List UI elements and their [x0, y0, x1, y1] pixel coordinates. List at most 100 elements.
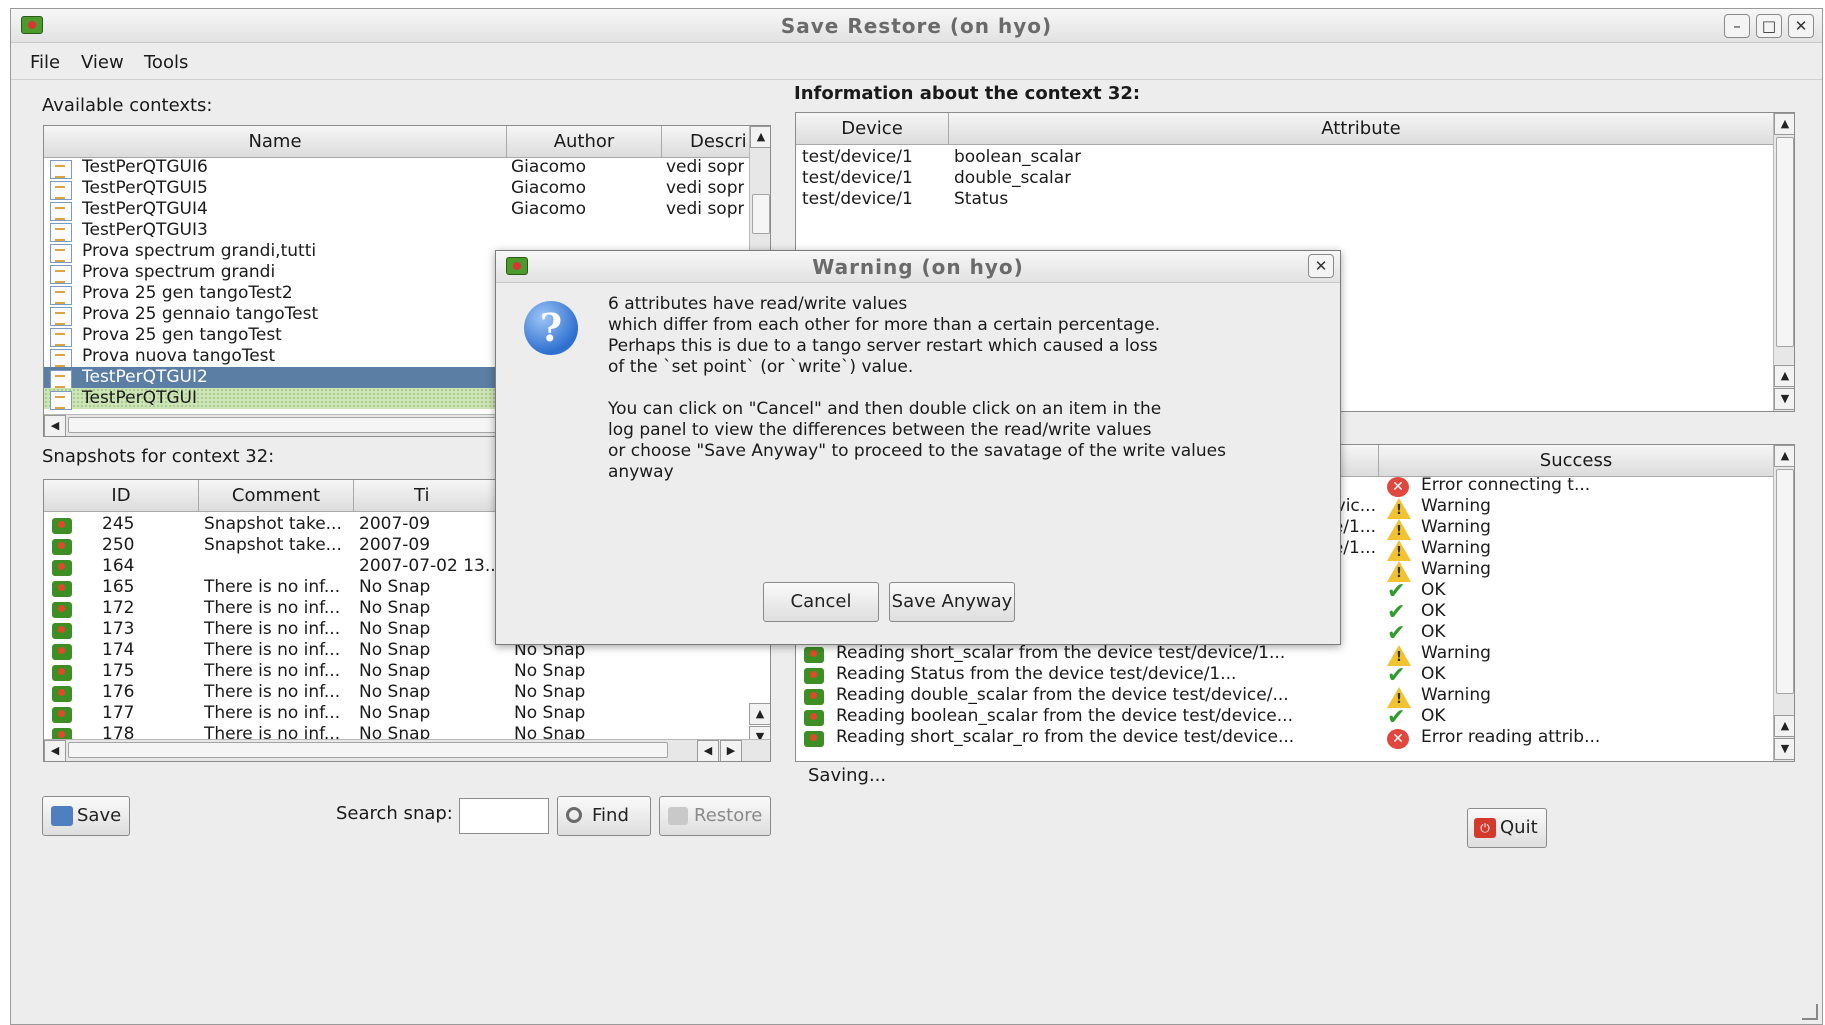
snapshot-id: 172 [102, 598, 135, 618]
scroll-right-icon[interactable]: ▶ [720, 740, 742, 761]
snapshot-comment: Snapshot take... [204, 535, 342, 555]
quit-button-label: Quit [1500, 817, 1538, 838]
resize-grip-icon[interactable] [1802, 1004, 1818, 1020]
snapshot-icon [52, 602, 72, 618]
context-row[interactable]: TestPerQTGUI6 Giacomo vedi sopr [44, 157, 770, 179]
info-header-device[interactable]: Device [796, 113, 949, 145]
log-row[interactable]: Reading boolean_scalar from the device t… [796, 706, 1794, 729]
context-icon [50, 244, 72, 263]
context-author: Giacomo [511, 157, 587, 177]
context-name: TestPerQTGUI5 [82, 178, 208, 198]
context-row[interactable]: TestPerQTGUI3 [44, 220, 770, 242]
log-vscrollbar[interactable]: ▲ ▲ ▼ [1773, 445, 1794, 761]
scroll-left-icon[interactable]: ◀ [697, 740, 719, 761]
scroll-up-icon[interactable]: ▲ [1774, 365, 1794, 387]
save-button-label: Save [77, 805, 122, 826]
dialog-line: or choose "Save Anyway" to proceed to th… [608, 441, 1226, 461]
find-button-label: Find [592, 805, 629, 826]
close-button[interactable]: ✕ [1788, 14, 1814, 38]
snapshot-row[interactable]: 175 There is no inf... No Snap No Snap [44, 661, 770, 682]
quit-button[interactable]: ⏻ Quit [1467, 808, 1547, 848]
scroll-thumb[interactable] [68, 417, 508, 433]
context-row[interactable]: TestPerQTGUI4 Giacomo vedi sopr [44, 199, 770, 221]
snapshot-comment: There is no inf... [204, 598, 341, 618]
log-result: OK [1421, 601, 1446, 621]
scroll-thumb[interactable] [1776, 137, 1794, 347]
log-row[interactable]: Reading short_scalar from the device tes… [796, 643, 1794, 666]
snapshot-time: No Snap [359, 640, 431, 660]
snapshot-time: No Snap [359, 577, 431, 597]
context-name: TestPerQTGUI3 [82, 220, 208, 240]
info-row[interactable]: test/device/1 boolean_scalar [796, 147, 1794, 168]
log-row[interactable]: Reading short_scalar_ro from the device … [796, 727, 1794, 749]
scroll-thumb[interactable] [1776, 469, 1794, 694]
context-name: Prova 25 gen tangoTest [82, 325, 282, 345]
snapshots-hscrollbar[interactable]: ◀ ◀ ▶ [44, 739, 770, 761]
snapshot-comment: Snapshot take... [204, 514, 342, 534]
cancel-button[interactable]: Cancel [763, 582, 879, 622]
dialog-title: Warning (on hyo) [812, 255, 1024, 279]
log-result: OK [1421, 706, 1446, 726]
info-vscrollbar[interactable]: ▲ ▲ ▼ [1773, 113, 1794, 411]
info-row[interactable]: test/device/1 Status [796, 189, 1794, 210]
minimize-button[interactable]: – [1724, 14, 1750, 38]
search-label: Search snap: [336, 803, 453, 824]
context-row[interactable]: TestPerQTGUI5 Giacomo vedi sopr [44, 178, 770, 200]
log-result: Error reading attrib... [1421, 727, 1601, 747]
context-name: TestPerQTGUI4 [82, 199, 208, 219]
snapshot-id: 176 [102, 682, 135, 702]
snapshot-t2: No Snap [514, 661, 586, 681]
context-description: vedi sopr [666, 199, 744, 219]
snapshots-label: Snapshots for context 32: [42, 446, 275, 467]
scroll-up-icon[interactable]: ▲ [749, 703, 770, 725]
dialog-line: of the `set point` (or `write`) value. [608, 357, 914, 377]
snapshot-t2: No Snap [514, 703, 586, 723]
scroll-up-icon[interactable]: ▲ [1774, 113, 1794, 135]
menu-view[interactable]: View [81, 52, 124, 73]
snapshots-header-id[interactable]: ID [44, 480, 199, 512]
maximize-button[interactable]: □ [1756, 14, 1782, 38]
log-row[interactable]: Reading double_scalar from the device te… [796, 685, 1794, 708]
context-author: Giacomo [511, 178, 587, 198]
save-button[interactable]: Save [42, 796, 130, 836]
dialog-close-button[interactable]: ✕ [1308, 254, 1334, 278]
scroll-up-icon[interactable]: ▲ [750, 126, 770, 148]
snapshot-row[interactable]: 177 There is no inf... No Snap No Snap [44, 703, 770, 724]
snapshot-row[interactable]: 176 There is no inf... No Snap No Snap [44, 682, 770, 703]
scroll-thumb[interactable] [68, 742, 668, 758]
info-header-attribute[interactable]: Attribute [949, 113, 1774, 145]
context-icon [50, 202, 72, 221]
scroll-left-icon[interactable]: ◀ [44, 740, 66, 761]
info-row[interactable]: test/device/1 double_scalar [796, 168, 1794, 189]
search-input[interactable] [459, 798, 549, 834]
log-header-success[interactable]: Success [1379, 445, 1774, 477]
scroll-up-icon[interactable]: ▲ [1774, 715, 1794, 737]
scroll-down-icon[interactable]: ▼ [1774, 388, 1794, 410]
info-device: test/device/1 [802, 147, 913, 167]
snapshot-icon [804, 710, 824, 726]
dialog-line: anyway [608, 462, 674, 482]
snapshot-icon [804, 647, 824, 663]
snapshot-icon [804, 689, 824, 705]
scroll-left-icon[interactable]: ◀ [44, 415, 66, 436]
scroll-up-icon[interactable]: ▲ [1774, 445, 1794, 467]
snapshot-comment: There is no inf... [204, 703, 341, 723]
info-attribute: Status [954, 189, 1009, 209]
scroll-down-icon[interactable]: ▼ [1774, 738, 1794, 760]
find-button[interactable]: Find [557, 796, 651, 836]
save-anyway-button[interactable]: Save Anyway [889, 582, 1015, 622]
menu-file[interactable]: File [30, 52, 60, 73]
restore-button[interactable]: Restore [659, 796, 771, 836]
info-device: test/device/1 [802, 168, 913, 188]
log-row[interactable]: Reading Status from the device test/devi… [796, 663, 1794, 688]
contexts-header-name[interactable]: Name [44, 126, 507, 158]
snapshot-time: No Snap [359, 598, 431, 618]
ok-icon: ✔ [1387, 621, 1406, 646]
scroll-thumb[interactable] [752, 194, 770, 234]
contexts-header-author[interactable]: Author [507, 126, 662, 158]
contexts-header-description[interactable]: Descri [662, 126, 750, 158]
snapshots-header-comment[interactable]: Comment [199, 480, 354, 512]
ok-icon: ✔ [1387, 663, 1406, 688]
menu-tools[interactable]: Tools [144, 52, 188, 73]
error-icon: ✕ [1387, 729, 1409, 749]
